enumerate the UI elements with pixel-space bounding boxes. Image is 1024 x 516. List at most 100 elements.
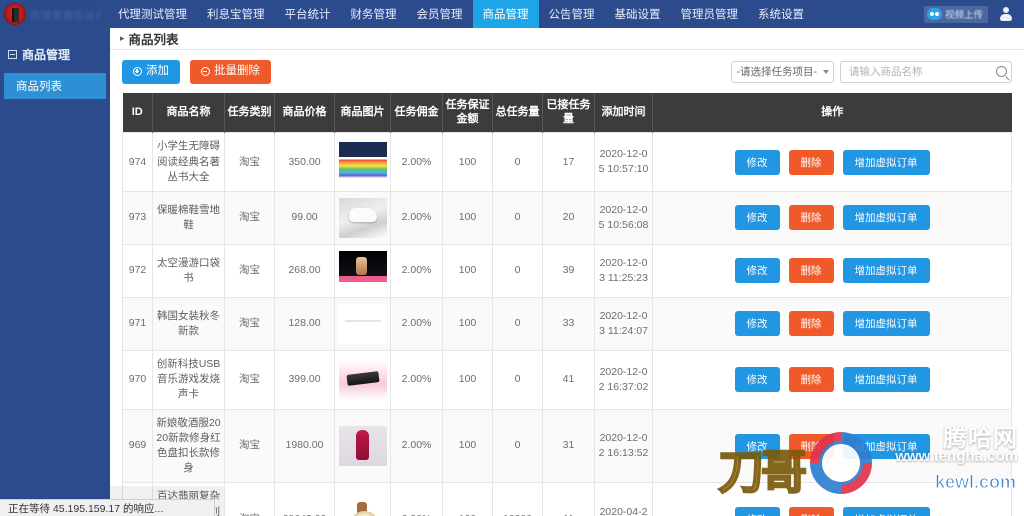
table-row[interactable]: 958百达翡丽复杂功能时计系列5212A-001腕表淘宝68642.002.00…	[122, 482, 1012, 516]
row-name: 太空漫游口袋书	[152, 243, 225, 298]
sidebar-item-label: 商品列表	[16, 81, 62, 93]
operations-group: 修改删除增加虚拟订单	[656, 367, 1008, 393]
operations-group: 修改删除增加虚拟订单	[656, 311, 1008, 337]
edit-button[interactable]: 修改	[734, 311, 780, 337]
user-avatar-icon[interactable]	[998, 6, 1014, 22]
column-header-10: 操作	[652, 92, 1012, 133]
row-price: 99.00	[274, 190, 335, 245]
add-virtual-order-button[interactable]: 增加虚拟订单	[842, 507, 930, 516]
row-created-at: 2020-04-27 19:06:35	[594, 482, 653, 516]
row-created-at: 2020-12-05 10:57:10	[594, 132, 653, 192]
brand-area: 商城管理后台系统	[0, 0, 100, 28]
row-image-cell[interactable]	[334, 482, 391, 516]
row-deposit: 100	[442, 132, 493, 192]
row-image-cell[interactable]	[334, 296, 391, 351]
nav-item-9[interactable]: 系统设置	[748, 0, 814, 28]
nav-item-8[interactable]: 管理员管理	[671, 0, 749, 28]
delete-button[interactable]: 删除	[788, 311, 834, 337]
row-name: 韩国女装秋冬新款	[152, 296, 225, 351]
table-row[interactable]: 970 创新科技USB音乐游戏发烧声卡 淘宝 399.00 2.00% 100 0 41 202…	[122, 349, 1012, 410]
add-button[interactable]: 添加	[122, 60, 180, 84]
watch-thumbnail	[338, 499, 387, 516]
delete-button[interactable]: 删除	[788, 433, 834, 459]
row-commission: 2.00%	[390, 408, 443, 484]
row-image-cell[interactable]	[334, 349, 391, 410]
edit-button[interactable]: 修改	[734, 367, 780, 393]
upload-chip-label: 视频上传	[944, 10, 983, 21]
row-price: 128.00	[274, 296, 335, 351]
row-commission: 2.00%	[390, 243, 443, 298]
row-commission: 2.00%	[390, 132, 443, 192]
add-virtual-order-button[interactable]: 增加虚拟订单	[842, 149, 930, 175]
add-virtual-order-button[interactable]: 增加虚拟订单	[842, 367, 930, 393]
row-deposit: 100	[442, 482, 493, 516]
sidebar: 商品管理 商品列表	[0, 28, 110, 516]
row-taken-tasks: 17	[542, 132, 595, 192]
row-price: 350.00	[274, 132, 335, 192]
browser-status-bar: 正在等待 45.195.159.17 的响应...	[0, 499, 215, 516]
search-box[interactable]	[840, 60, 1012, 83]
sidebar-group-label: 商品管理	[22, 48, 71, 62]
nav-item-1[interactable]: 利息宝管理	[197, 0, 275, 28]
batch-delete-button[interactable]: 批量删除	[190, 60, 271, 84]
delete-button[interactable]: 删除	[788, 149, 834, 175]
table-container[interactable]: ID 商品名称 任务类别 商品价格 商品图片 任务佣金 任务保证金额 总任务量 已接任务量 添加时…	[110, 92, 1024, 516]
nav-item-4[interactable]: 会员管理	[407, 0, 473, 28]
row-image-cell[interactable]	[334, 243, 391, 298]
sidebar-item-product-list[interactable]: 商品列表	[4, 73, 106, 99]
upload-chip[interactable]: 视频上传	[923, 5, 988, 23]
search-icon[interactable]	[996, 66, 1007, 78]
nav-item-3[interactable]: 财务管理	[341, 0, 407, 28]
row-id: 969	[122, 408, 153, 484]
row-operations-cell: 修改删除增加虚拟订单	[652, 190, 1012, 245]
table-head: ID 商品名称 任务类别 商品价格 商品图片 任务佣金 任务保证金额 总任务量 已接任务量 添加时…	[122, 92, 1012, 133]
row-image-cell[interactable]	[334, 132, 391, 192]
nav-item-7[interactable]: 基础设置	[605, 0, 671, 28]
edit-button[interactable]: 修改	[734, 433, 780, 459]
search-input[interactable]	[847, 64, 993, 79]
table-row[interactable]: 974 小学生无障碍阅读经典名著丛书大全 淘宝 350.00 2.00% 100 0 17 20…	[122, 132, 1012, 192]
edit-button[interactable]: 修改	[734, 149, 780, 175]
delete-button[interactable]: 删除	[788, 205, 834, 231]
add-virtual-order-button[interactable]: 增加虚拟订单	[842, 205, 930, 231]
delete-button[interactable]: 删除	[788, 367, 834, 393]
row-id: 970	[122, 349, 153, 410]
table-row[interactable]: 973 保暖棉鞋雪地鞋 淘宝 99.00 2.00% 100 0 20 2020-12-05 1…	[122, 190, 1012, 245]
row-image-cell[interactable]	[334, 408, 391, 484]
row-category: 淘宝	[224, 296, 275, 351]
row-operations-cell: 修改删除增加虚拟订单	[652, 482, 1012, 516]
edit-button[interactable]: 修改	[734, 507, 780, 516]
nav-item-6[interactable]: 公告管理	[539, 0, 605, 28]
delete-button[interactable]: 删除	[788, 507, 834, 516]
main-nav: 代理测试管理 利息宝管理 平台统计 财务管理 会员管理 商品管理 公告管理 基础设置 管理员管理…	[108, 0, 814, 28]
row-price: 68642.00	[274, 482, 335, 516]
table-row[interactable]: 969 新娘敬酒服2020新款修身红色盘扣长款修身 淘宝 1980.00 2.00% 10…	[122, 408, 1012, 484]
delete-button[interactable]: 删除	[788, 258, 834, 284]
top-navigation-bar: 商城管理后台系统 代理测试管理利息宝管理平台统计财务管理会员管理商品管理公告管理…	[0, 0, 1024, 28]
nav-item-5[interactable]: 商品管理	[472, 0, 539, 28]
row-total-tasks: 0	[492, 296, 543, 351]
add-virtual-order-button[interactable]: 增加虚拟订单	[842, 311, 930, 337]
row-operations-cell: 修改删除增加虚拟订单	[652, 408, 1012, 484]
row-image-cell[interactable]	[334, 190, 391, 245]
table-row[interactable]: 972 太空漫游口袋书 淘宝 268.00 2.00% 100 0 39 2020-12-03 …	[122, 243, 1012, 298]
edit-button[interactable]: 修改	[734, 205, 780, 231]
row-taken-tasks: 11	[542, 482, 595, 516]
blank-thumbnail	[338, 303, 387, 344]
row-category: 淘宝	[224, 190, 275, 245]
row-total-tasks: 0	[492, 243, 543, 298]
task-project-select[interactable]: -请选择任务项目-	[730, 60, 834, 83]
add-virtual-order-button[interactable]: 增加虚拟订单	[842, 258, 930, 284]
row-total-tasks: 0	[492, 132, 543, 192]
sidebar-group-product[interactable]: 商品管理	[0, 42, 110, 71]
nav-item-2[interactable]: 平台统计	[275, 0, 341, 28]
add-virtual-order-button[interactable]: 增加虚拟订单	[842, 433, 930, 459]
column-header-4: 商品图片	[334, 92, 391, 133]
nav-item-0[interactable]: 代理测试管理	[108, 0, 197, 28]
table-row[interactable]: 971 韩国女装秋冬新款 淘宝 128.00 2.00% 100 0 33 2020-12-03…	[122, 296, 1012, 351]
row-deposit: 100	[442, 190, 493, 245]
row-name: 创新科技USB音乐游戏发烧声卡	[152, 349, 225, 410]
edit-button[interactable]: 修改	[734, 258, 780, 284]
row-commission: 2.00%	[390, 349, 443, 410]
admin-page: 商城管理后台系统 代理测试管理利息宝管理平台统计财务管理会员管理商品管理公告管理…	[0, 0, 1024, 516]
